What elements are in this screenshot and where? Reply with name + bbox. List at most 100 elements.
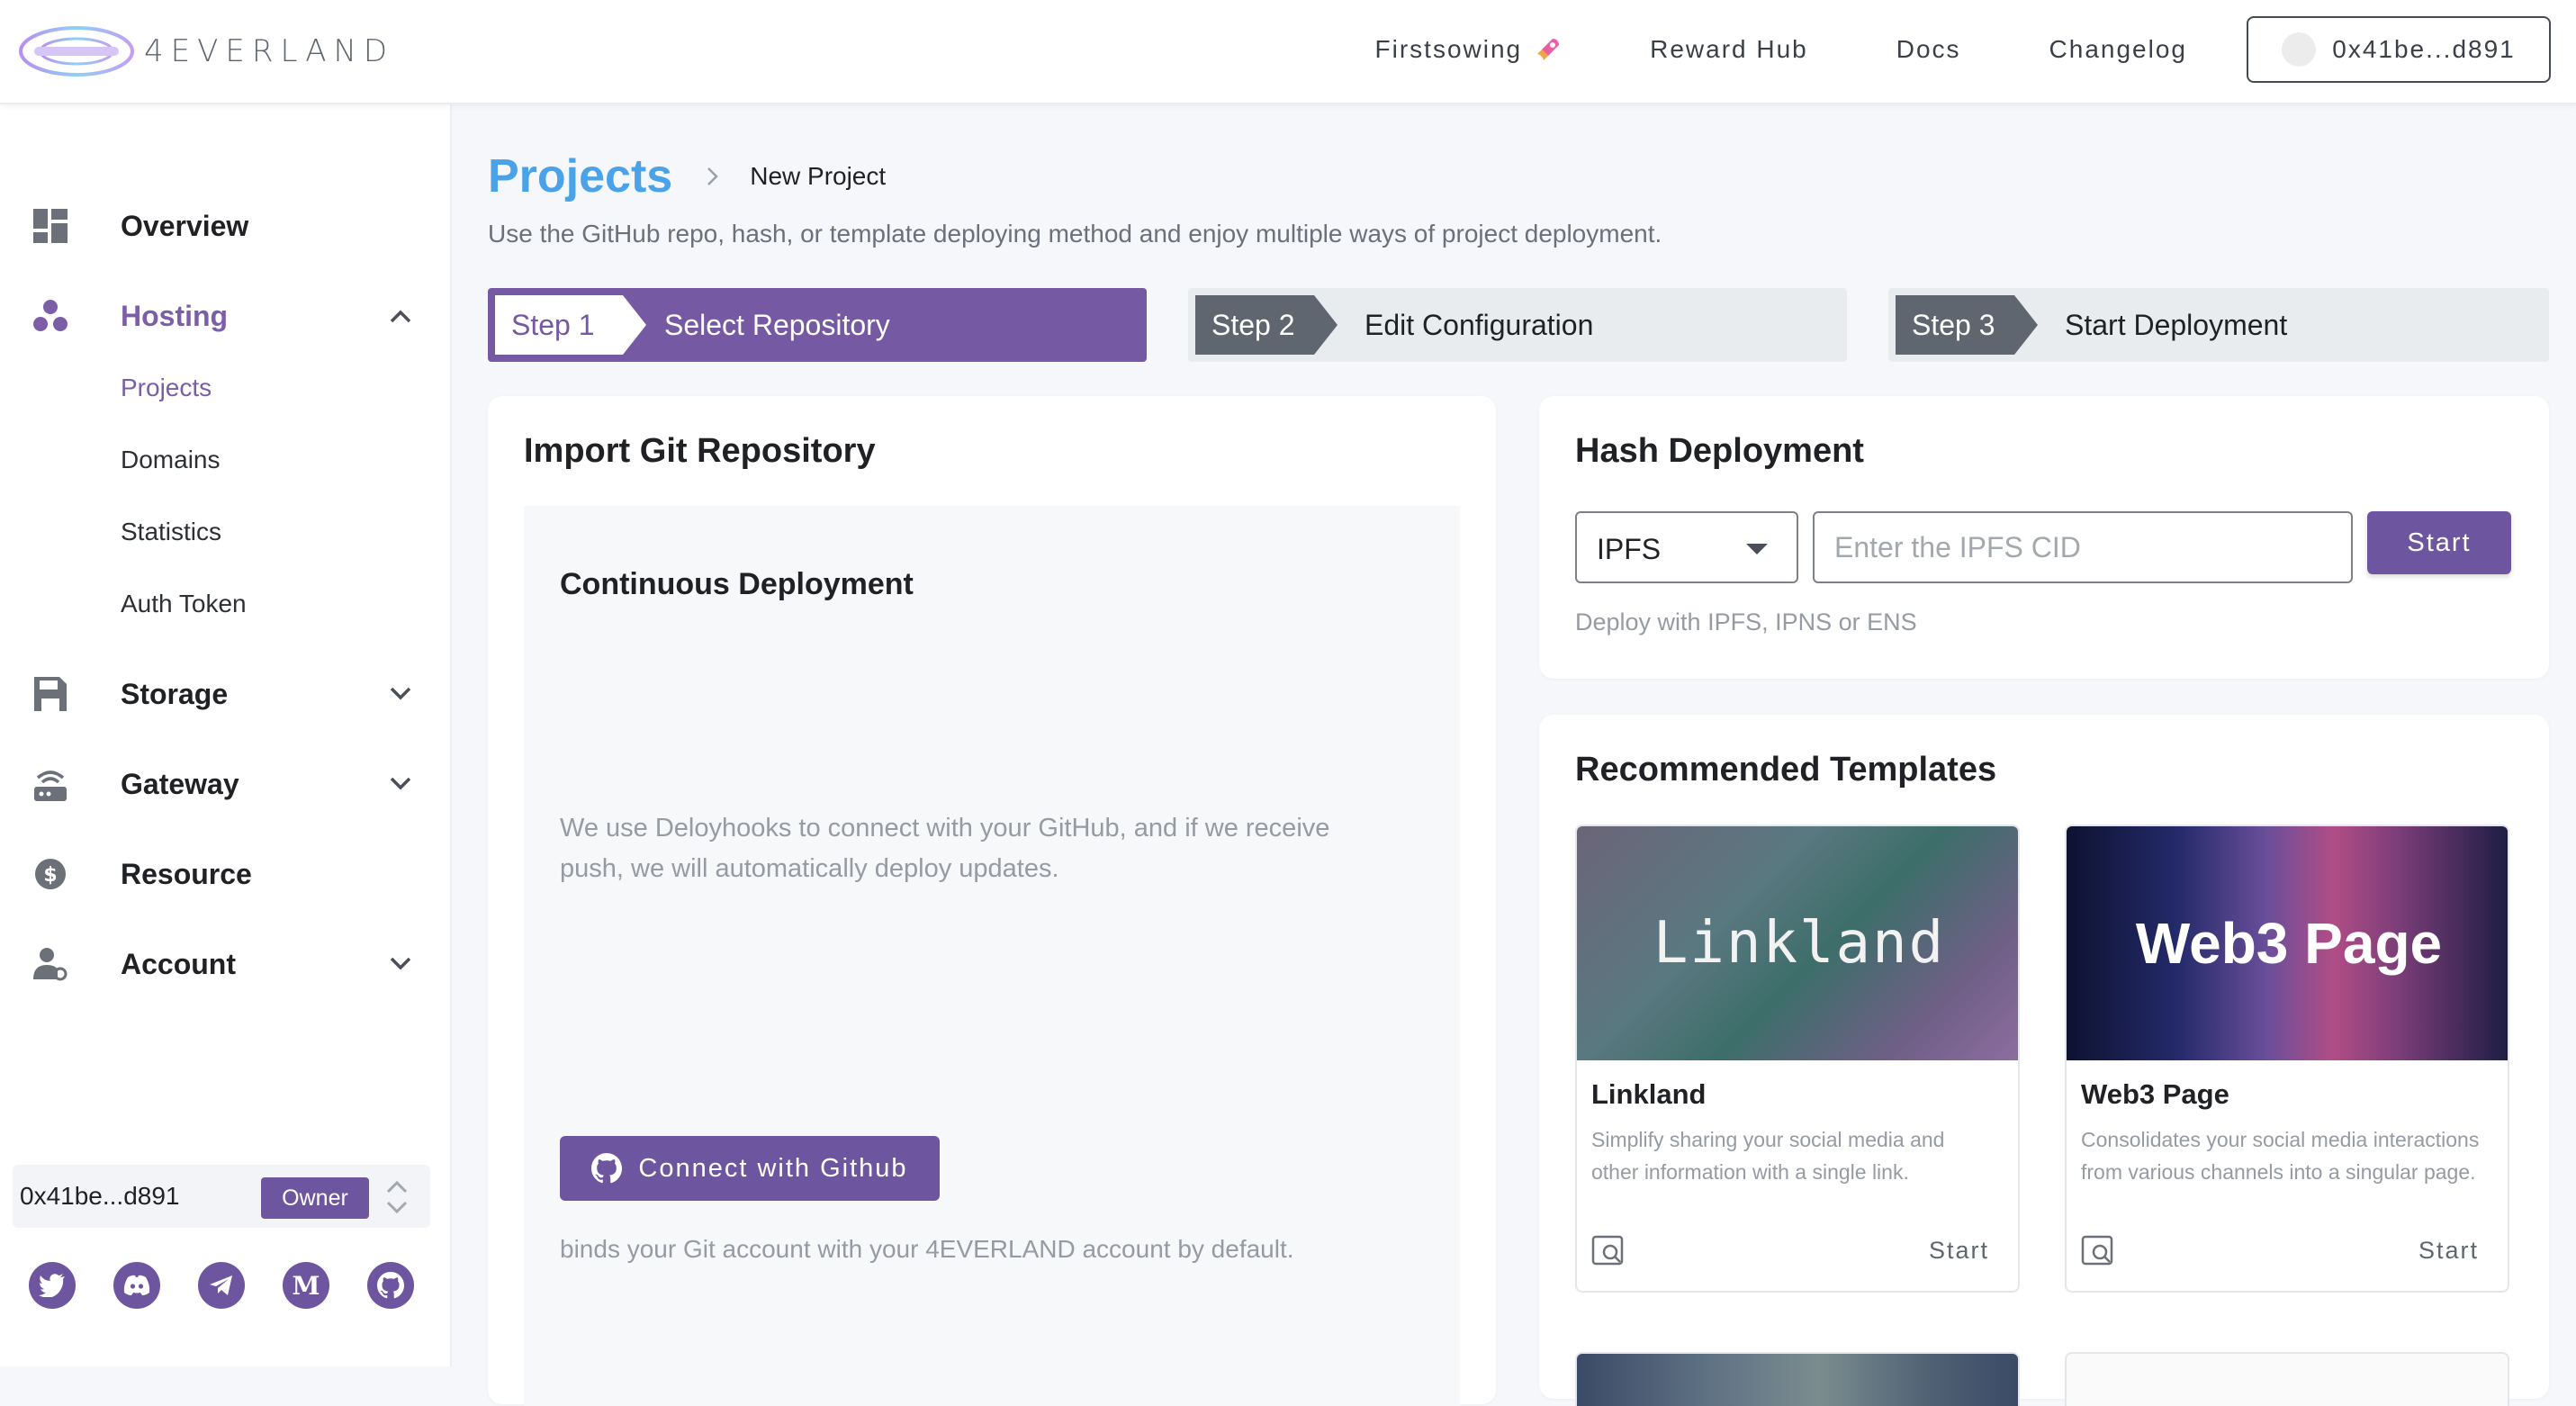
preview-icon[interactable]	[2081, 1233, 2115, 1267]
sidebar-item-label: Overview	[121, 209, 249, 242]
ipfs-cid-input[interactable]	[1813, 511, 2353, 583]
stepper: Step 1 Select Repository Step 2 Edit Con…	[488, 288, 2549, 362]
hash-deployment-card: Hash Deployment IPFS Start Deploy with I…	[1539, 396, 2549, 679]
breadcrumb-current: New Project	[750, 162, 887, 190]
step-2-tag-label: Step 2	[1211, 308, 1295, 341]
hash-deployment-note: Deploy with IPFS, IPNS or ENS	[1575, 608, 1917, 635]
nav-docs[interactable]: Docs	[1896, 35, 1961, 64]
breadcrumb: Projects New Project	[488, 149, 886, 203]
discord-icon[interactable]	[113, 1262, 160, 1309]
logo-icon	[19, 26, 134, 77]
sidebar-item-label: Gateway	[121, 767, 239, 800]
sidebar-item-gateway[interactable]: Gateway	[0, 753, 452, 816]
step-1-tag-label: Step 1	[511, 308, 595, 341]
template-banner-linkland: Linkland	[1577, 826, 2018, 1060]
account-address: 0x41be...d891	[20, 1182, 180, 1210]
connect-github-label: Connect with Github	[638, 1153, 908, 1183]
hash-deployment-title: Hash Deployment	[1575, 432, 1864, 470]
dashboard-icon	[32, 208, 68, 244]
template-name: Web3 Page	[2081, 1078, 2229, 1110]
top-nav: Firstsowing Reward Hub Docs Changelog 0x…	[1375, 16, 2551, 83]
template-banner-web3-page: Web3 Page	[2067, 826, 2508, 1060]
template-start-button[interactable]: Start	[2418, 1237, 2479, 1265]
github-icon	[591, 1153, 623, 1184]
step-2-tag: Step 2	[1195, 295, 1338, 355]
step-3: Step 3 Start Deployment	[1888, 288, 2549, 362]
sidebar-item-label: Resource	[121, 857, 252, 890]
dollar-coin-icon: $	[32, 856, 68, 892]
sidebar-item-storage[interactable]: Storage	[0, 662, 452, 726]
template-start-button[interactable]: Start	[1929, 1237, 1989, 1265]
continuous-deployment-title: Continuous Deployment	[560, 567, 914, 601]
template-banner-web3-text: Web3 Page	[2135, 911, 2443, 976]
hosting-icon	[32, 298, 68, 334]
medium-icon[interactable]: M	[283, 1262, 329, 1309]
page-subtitle: Use the GitHub repo, hash, or template d…	[488, 220, 1662, 248]
github-binding-note: binds your Git account with your 4EVERLA…	[560, 1235, 1294, 1263]
chevron-down-icon	[387, 771, 414, 798]
logo[interactable]: 4EVERLAND	[18, 20, 394, 83]
nav-reward-hub-label: Reward Hub	[1650, 35, 1808, 63]
continuous-deployment-desc: We use Deloyhooks to connect with your G…	[560, 814, 1330, 883]
step-1: Step 1 Select Repository	[488, 288, 1147, 362]
template-desc: Consolidates your social media interacti…	[2081, 1128, 2480, 1184]
sidebar-item-overview[interactable]: Overview	[0, 194, 452, 257]
sidebar-subitem-auth-token[interactable]: Auth Token	[121, 590, 247, 618]
sidebar-item-resource[interactable]: $ Resource	[0, 843, 452, 906]
wallet-address: 0x41be...d891	[2332, 35, 2516, 63]
storage-icon	[32, 676, 68, 712]
sidebar: Overview Hosting Projects Domains Statis…	[0, 104, 452, 1366]
step-2: Step 2 Edit Configuration	[1188, 288, 1847, 362]
chevron-down-icon	[387, 680, 414, 708]
step-3-title: Start Deployment	[2065, 308, 2288, 341]
sidebar-subitem-domains[interactable]: Domains	[121, 446, 220, 474]
nav-changelog-label: Changelog	[2049, 35, 2187, 63]
nav-docs-label: Docs	[1896, 35, 1961, 63]
sidebar-item-account[interactable]: Account	[0, 933, 452, 996]
account-switcher[interactable]: 0x41be...d891 Owner	[13, 1165, 430, 1228]
preview-icon[interactable]	[1591, 1233, 1626, 1267]
connect-github-button[interactable]: Connect with Github	[560, 1136, 940, 1201]
step-3-tag: Step 3	[1896, 295, 2038, 355]
telegram-icon[interactable]	[198, 1262, 245, 1309]
sidebar-item-hosting[interactable]: Hosting	[0, 284, 452, 347]
rocket-icon	[1537, 39, 1560, 60]
gateway-icon	[32, 766, 68, 802]
logo-text: 4EVERLAND	[144, 33, 395, 69]
wallet-button[interactable]: 0x41be...d891	[2247, 16, 2551, 83]
step-2-title: Edit Configuration	[1365, 308, 1594, 341]
nav-firstsowing[interactable]: Firstsowing	[1375, 35, 1563, 64]
step-3-tag-label: Step 3	[1912, 308, 1995, 341]
hash-start-button[interactable]: Start	[2367, 511, 2511, 574]
protocol-select-value: IPFS	[1597, 533, 1662, 565]
protocol-select[interactable]: IPFS	[1575, 511, 1798, 583]
nav-reward-hub[interactable]: Reward Hub	[1650, 35, 1808, 64]
sidebar-item-label: Storage	[121, 677, 229, 710]
role-badge: Owner	[261, 1177, 369, 1219]
switch-arrows-icon[interactable]	[383, 1177, 410, 1217]
step-1-title: Select Repository	[664, 308, 890, 341]
github-icon[interactable]	[367, 1262, 414, 1309]
sidebar-subitem-projects[interactable]: Projects	[121, 374, 212, 402]
template-card-linkland[interactable]: Linkland Linkland Simplify sharing your …	[1575, 825, 2020, 1293]
template-name: Linkland	[1591, 1078, 1707, 1110]
caret-down-icon	[1746, 544, 1768, 554]
chevron-up-icon	[387, 302, 414, 329]
sidebar-subitem-statistics[interactable]: Statistics	[121, 518, 221, 546]
chevron-down-icon	[387, 951, 414, 978]
sidebar-item-label: Hosting	[121, 299, 229, 332]
account-settings-icon	[32, 946, 68, 982]
templates-title: Recommended Templates	[1575, 751, 1997, 789]
twitter-icon[interactable]	[29, 1262, 76, 1309]
template-desc: Simplify sharing your social media and o…	[1591, 1128, 1945, 1184]
nav-firstsowing-label: Firstsowing	[1374, 35, 1523, 63]
template-card-partial[interactable]	[1575, 1352, 2020, 1406]
template-card-web3-page[interactable]: Web3 Page Web3 Page Consolidates your so…	[2065, 825, 2509, 1293]
step-1-tag: Step 1	[495, 295, 646, 355]
import-git-card: Import Git Repository Continuous Deploym…	[488, 396, 1496, 1406]
nav-changelog[interactable]: Changelog	[2049, 35, 2187, 64]
template-card-partial[interactable]	[2065, 1352, 2509, 1406]
breadcrumb-projects[interactable]: Projects	[488, 149, 672, 203]
continuous-deployment-panel: Continuous Deployment We use Deloyhooks …	[524, 506, 1460, 1406]
import-git-title: Import Git Repository	[524, 432, 876, 470]
